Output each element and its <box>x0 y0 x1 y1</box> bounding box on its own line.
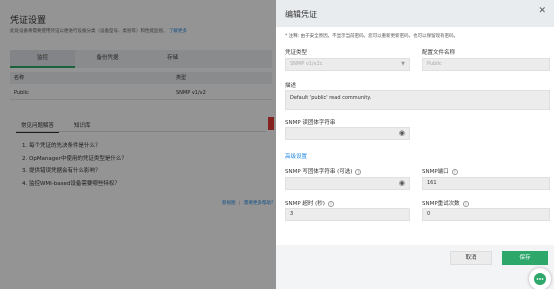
security-note: * 注释: 由于安全原因，不显示当前密码。您可以重新更新密码，也可以保留现有密码… <box>285 34 459 39</box>
snmp-port-input[interactable]: 161 <box>422 177 550 190</box>
write-community-label-text: SNMP 写团体字符串 (可选) <box>285 169 353 175</box>
credential-type-value: SNMP v1/v2c <box>290 61 323 67</box>
eye-icon[interactable]: ◉ <box>399 128 405 139</box>
profile-name-field[interactable]: Public <box>422 58 550 71</box>
chevron-down-icon: ▼ <box>401 61 405 67</box>
credential-type-select[interactable]: SNMP v1/v2c ▼ <box>285 58 410 71</box>
timeout-label-text: SNMP 超时 (秒) <box>285 201 325 207</box>
retry-label-text: SNMP重试次数 <box>422 201 460 207</box>
cancel-button[interactable]: 取消 <box>450 251 492 265</box>
timeout-input[interactable]: 3 <box>285 208 410 221</box>
advanced-settings-link[interactable]: 高级设置 <box>285 152 307 160</box>
chat-widget[interactable] <box>529 268 551 289</box>
read-community-label: SNMP 读团体字符串 <box>285 120 336 126</box>
help-icon[interactable]: ? <box>462 200 469 207</box>
write-community-label: SNMP 写团体字符串 (可选)? <box>285 167 362 175</box>
save-button[interactable]: 保存 <box>502 251 548 265</box>
description-field[interactable]: Default 'public' read community. <box>285 90 550 110</box>
credential-type-label: 凭证类型 <box>285 50 308 56</box>
panel-title: 编辑凭证 <box>285 10 317 19</box>
profile-name-label: 配置文件名称 <box>422 50 456 56</box>
retry-input[interactable]: 0 <box>422 208 550 221</box>
help-icon[interactable]: ? <box>451 168 458 175</box>
edit-credential-panel: 编辑凭证 ✕ * 注释: 由于安全原因，不显示当前密码。您可以重新更新密码，也可… <box>276 0 554 289</box>
description-label: 描述 <box>285 83 297 89</box>
snmp-port-label: SNMP端口? <box>422 167 458 175</box>
help-icon[interactable]: ? <box>355 168 362 175</box>
help-icon[interactable]: ? <box>327 200 334 207</box>
chat-icon <box>534 273 546 285</box>
eye-icon[interactable]: ◉ <box>399 178 405 189</box>
snmp-port-label-text: SNMP端口 <box>422 169 449 175</box>
read-community-input[interactable]: ◉ <box>285 127 410 140</box>
panel-header: 编辑凭证 ✕ <box>276 0 554 27</box>
retry-label: SNMP重试次数? <box>422 199 469 207</box>
close-icon[interactable]: ✕ <box>538 6 546 16</box>
write-community-input[interactable]: ◉ <box>285 177 410 190</box>
timeout-label: SNMP 超时 (秒)? <box>285 199 334 207</box>
